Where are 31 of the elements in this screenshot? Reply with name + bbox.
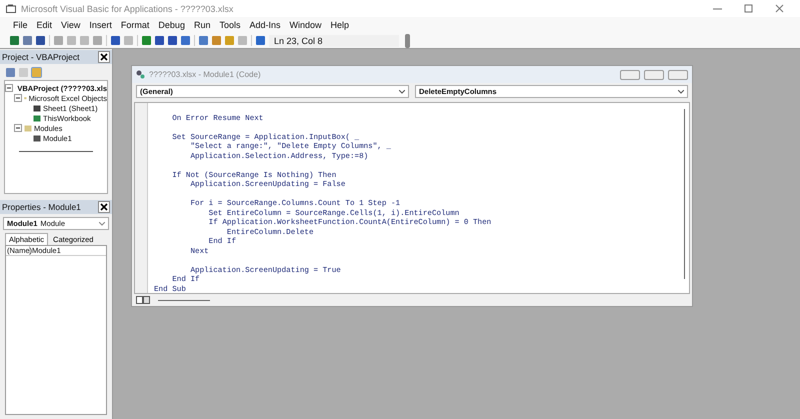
menu-item[interactable]: Window	[290, 20, 322, 30]
restore-button[interactable]	[644, 70, 664, 80]
close-icon[interactable]	[98, 51, 110, 63]
menu-item[interactable]: File	[13, 20, 28, 30]
menu-item[interactable]: View	[61, 20, 80, 30]
collapse-icon[interactable]	[5, 84, 13, 92]
menu-item[interactable]: Tools	[219, 20, 240, 30]
toolbar-grip[interactable]	[405, 34, 410, 48]
cursor-position: Ln 23, Col 8	[269, 34, 399, 46]
maximize-icon[interactable]	[744, 4, 753, 13]
window-title: ?????03.xlsx - Module1 (Code)	[149, 70, 262, 79]
caret-icon[interactable]	[399, 90, 405, 94]
menu-item[interactable]: Edit	[36, 20, 52, 30]
view-icon[interactable]	[136, 296, 150, 304]
menu-item[interactable]: Help	[330, 20, 350, 30]
caret-icon[interactable]	[678, 90, 684, 94]
menu-item[interactable]: Insert	[89, 20, 112, 30]
menu-item[interactable]: Run	[194, 20, 210, 30]
menu-item[interactable]: Add-Ins	[249, 20, 281, 30]
collapse-icon[interactable]	[14, 94, 22, 102]
caret-icon[interactable]	[99, 222, 105, 226]
panel-title: Properties - Module1	[2, 202, 81, 212]
panel-title: Project - VBAProject	[2, 52, 80, 62]
close-button[interactable]	[668, 70, 688, 80]
menu-item[interactable]: Format	[120, 20, 150, 30]
close-icon[interactable]	[98, 201, 110, 213]
menu-item[interactable]: Debug	[158, 20, 185, 30]
window-title: Microsoft Visual Basic for Applications - ?????03.xlsx	[21, 4, 234, 14]
app-icon	[6, 4, 16, 13]
minimize-button[interactable]	[620, 70, 640, 80]
collapse-icon[interactable]	[14, 124, 22, 132]
